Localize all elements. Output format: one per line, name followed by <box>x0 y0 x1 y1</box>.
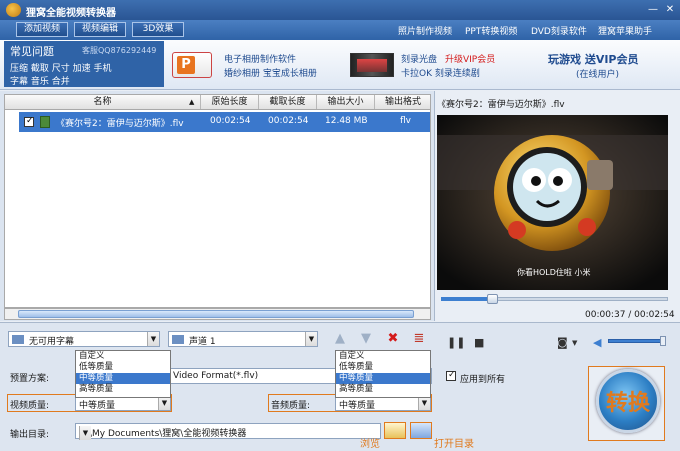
volume-icon[interactable]: ◀ <box>593 336 601 349</box>
video-caption: 你看HOLD住啦 小米 <box>517 268 591 277</box>
stop-icon[interactable]: ■ <box>474 336 484 349</box>
window-title: 狸窝全能视频转换器 <box>26 8 116 19</box>
browse-label: 浏览 <box>360 439 380 450</box>
option-medium[interactable]: 中等质量 <box>76 373 170 384</box>
subtitle-select[interactable]: 无可用字幕 ▼ <box>8 331 160 347</box>
camera-icon[interactable]: ◙ <box>557 336 568 349</box>
chevron-down-icon[interactable]: ▼ <box>158 396 170 410</box>
ad-album-line2[interactable]: 婚纱相册 宝宝成长相册 <box>224 66 317 79</box>
link-photo-video[interactable]: 照片制作视频 <box>398 24 452 37</box>
ad-burn-line2[interactable]: 卡拉OK 刻录连续剧 <box>401 66 480 79</box>
output-dir-input[interactable]: D:\My Documents\狸窝\全能视频转换器 ▼ <box>75 423 381 440</box>
preview-title: 《赛尔号2：雷伊与迈尔斯》.flv <box>437 100 565 110</box>
row-checkbox[interactable] <box>24 116 34 127</box>
clear-list-button[interactable]: ≣ <box>412 331 426 347</box>
option-custom[interactable]: 自定义 <box>336 351 430 362</box>
faq-panel: 常见问题 客服QQ876292449 压缩 截取 尺寸 加速 手机 字幕 音乐 … <box>4 41 164 87</box>
audio-track-select[interactable]: 声道 1 ▼ <box>168 331 318 347</box>
file-list[interactable] <box>4 110 431 308</box>
ppt-album-icon[interactable]: P <box>172 52 212 78</box>
delete-button[interactable]: ✖ <box>386 331 400 347</box>
option-high[interactable]: 高等质量 <box>76 384 170 395</box>
3d-effect-button[interactable]: 3D效果 <box>132 22 184 37</box>
row-original-length: 00:02:54 <box>210 116 251 126</box>
move-down-button[interactable]: ▼ <box>359 331 373 347</box>
col-clip-length[interactable]: 截取长度 <box>259 95 317 109</box>
audio-quality-options[interactable]: 自定义 低等质量 中等质量 高等质量 <box>335 350 431 398</box>
option-low[interactable]: 低等质量 <box>76 362 170 373</box>
film-icon[interactable] <box>350 53 394 77</box>
sort-up-icon: ▲ <box>189 98 195 106</box>
title-bar: 狸窝全能视频转换器 — ✕ <box>0 0 680 20</box>
video-quality-label: 视频质量: <box>10 401 50 411</box>
link-ppt-video[interactable]: PPT转换视频 <box>465 24 517 37</box>
video-preview[interactable]: 你看HOLD住啦 小米 <box>437 115 668 290</box>
option-medium[interactable]: 中等质量 <box>336 373 430 384</box>
add-video-button[interactable]: 添加视频 <box>16 22 68 37</box>
chevron-down-icon[interactable]: ▼ <box>572 339 577 347</box>
option-custom[interactable]: 自定义 <box>76 351 170 362</box>
link-apple-helper[interactable]: 狸窝苹果助手 <box>598 24 652 37</box>
video-frame <box>437 115 668 290</box>
apply-all-checkbox[interactable] <box>446 370 456 381</box>
pause-icon[interactable]: ❚❚ <box>447 336 465 349</box>
output-dir-label: 输出目录: <box>10 430 50 440</box>
volume-handle[interactable] <box>660 336 666 346</box>
move-up-button[interactable]: ▲ <box>333 331 347 347</box>
browse-folder-button[interactable] <box>384 422 406 439</box>
scrollbar-thumb[interactable] <box>18 310 414 318</box>
row-clip-length: 00:02:54 <box>268 116 309 126</box>
preset-label: 预置方案: <box>10 374 50 384</box>
col-name[interactable]: 名称 <box>5 95 201 109</box>
chevron-down-icon[interactable]: ▼ <box>147 332 159 346</box>
chevron-down-icon[interactable]: ▼ <box>305 332 317 346</box>
ad-burn-vip[interactable]: 升级VIP会员 <box>445 52 495 65</box>
time-display: 00:00:37 / 00:02:54 <box>585 310 675 320</box>
table-row[interactable]: 《赛尔号2：雷伊与迈尔斯》.flv 00:02:54 00:02:54 12.4… <box>19 112 430 132</box>
col-original-length[interactable]: 原始长度 <box>201 95 259 109</box>
video-quality-options[interactable]: 自定义 低等质量 中等质量 高等质量 <box>75 350 171 398</box>
subtitle-icon <box>12 335 24 344</box>
ad-album-line1[interactable]: 电子相册制作软件 <box>224 52 296 65</box>
open-folder-button[interactable] <box>410 422 432 439</box>
minimize-button[interactable]: — <box>646 3 660 16</box>
row-name: 《赛尔号2：雷伊与迈尔斯》.flv <box>56 119 184 129</box>
option-high[interactable]: 高等质量 <box>336 384 430 395</box>
open-folder-label: 打开目录 <box>434 439 474 450</box>
toolbar: 添加视频 视频编辑 3D效果 照片制作视频 PPT转换视频 DVD刻录软件 狸窝… <box>0 20 680 40</box>
row-output-format: flv <box>400 116 411 126</box>
row-output-size: 12.48 MB <box>325 116 368 126</box>
file-list-header: 名称 ▲ 原始长度 截取长度 输出大小 输出格式 <box>4 94 431 110</box>
apply-all-label: 应用到所有 <box>460 375 506 385</box>
edit-video-button[interactable]: 视频编辑 <box>74 22 126 37</box>
video-file-icon <box>40 116 50 128</box>
col-output-format[interactable]: 输出格式 <box>375 95 431 109</box>
faq-title[interactable]: 常见问题 <box>10 43 54 59</box>
link-dvd-burner[interactable]: DVD刻录软件 <box>531 24 587 37</box>
app-logo-icon <box>6 3 21 17</box>
close-button[interactable]: ✕ <box>663 3 677 16</box>
support-qq: 客服QQ876292449 <box>82 46 157 55</box>
seek-progress <box>441 297 493 301</box>
ad-game-vip[interactable]: 玩游戏 送VIP会员 <box>548 51 639 67</box>
audio-track-icon <box>172 335 184 344</box>
faq-links-row1[interactable]: 压缩 截取 尺寸 加速 手机 <box>10 61 111 74</box>
col-output-size[interactable]: 输出大小 <box>317 95 375 109</box>
seek-handle[interactable] <box>487 294 498 304</box>
ad-burn-line1a[interactable]: 刻录光盘 <box>401 52 437 65</box>
chevron-down-icon[interactable]: ▼ <box>79 426 91 440</box>
audio-quality-label: 音频质量: <box>271 401 311 411</box>
volume-slider[interactable] <box>608 339 664 343</box>
ad-game-online[interactable]: (在线用户) <box>576 67 619 80</box>
convert-label: 转换 <box>605 391 650 416</box>
faq-links-row2[interactable]: 字幕 音乐 合并 <box>10 74 70 87</box>
chevron-down-icon[interactable]: ▼ <box>418 396 430 410</box>
option-low[interactable]: 低等质量 <box>336 362 430 373</box>
